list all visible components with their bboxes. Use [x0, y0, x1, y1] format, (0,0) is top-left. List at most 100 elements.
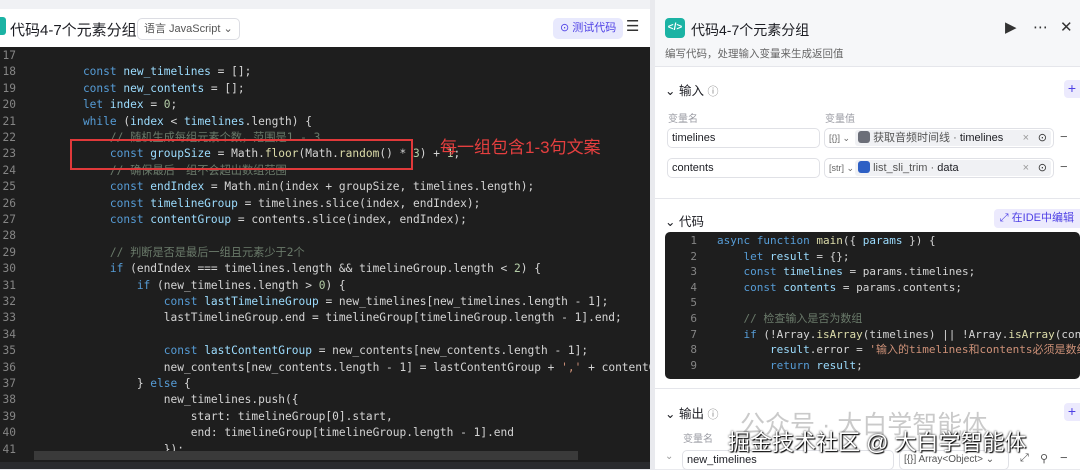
add-input-button[interactable]: +	[1064, 80, 1080, 98]
code-token: index	[109, 98, 144, 112]
code-token: timelines	[184, 114, 245, 128]
code-line: 28	[0, 228, 640, 244]
ide-button-label: 在IDE中编辑	[1011, 212, 1074, 224]
collapse-menu-icon[interactable]: ☰	[626, 17, 639, 35]
output-section-title: 输出	[678, 407, 704, 421]
line-number: 37	[2, 377, 16, 390]
code-token: .error =	[809, 343, 870, 357]
editor-footer	[0, 462, 650, 469]
code-token: = timelines.slice(index, endIndex);	[237, 196, 481, 210]
add-output-button[interactable]: +	[1064, 403, 1080, 421]
remove-input-icon[interactable]: −	[1060, 159, 1068, 174]
code-node-icon	[0, 17, 6, 35]
output-section-header[interactable]: ⌄ 输出 ⓘ	[665, 403, 718, 422]
remove-input-icon[interactable]: −	[1060, 129, 1068, 144]
code-token: if	[56, 262, 131, 276]
code-token: index	[130, 114, 164, 128]
target-icon[interactable]: ⊙	[1038, 130, 1047, 146]
code-token: isArray	[816, 327, 863, 341]
input-value-ref[interactable]: [str] ⌄ list_sli_trim · data × ⊙	[824, 158, 1054, 178]
code-token: + contentGroup.join	[588, 360, 650, 374]
line-number: 5	[690, 296, 697, 310]
line-number: 18	[2, 65, 16, 79]
code-token: }	[56, 377, 151, 390]
line-number: 36	[2, 360, 16, 374]
input-name-field[interactable]: contents	[667, 158, 820, 178]
code-token: async function	[717, 234, 817, 247]
input-section-header[interactable]: ⌄ 输入 ⓘ	[665, 80, 718, 99]
code-token: endIndex	[150, 180, 205, 194]
code-token: = new_contents[new_contents.length - 1];	[311, 344, 589, 358]
clear-icon[interactable]: ×	[1023, 130, 1029, 146]
code-editor-panel: 代码4-7个元素分组 语言 JavaScript ⌄ ⊙ 测试代码 ☰ 17 18…	[0, 0, 650, 469]
code-token: ) {	[325, 278, 346, 292]
column-label-value: 变量值	[825, 114, 855, 125]
clear-icon[interactable]: ×	[1023, 160, 1029, 176]
panel-description: 编写代码，处理输入变量来生成返回值	[665, 48, 844, 60]
horizontal-scrollbar[interactable]	[34, 451, 578, 460]
run-icon[interactable]: ▶	[1005, 18, 1017, 36]
divider	[655, 198, 1080, 199]
edit-in-ide-button[interactable]: ⤢ 在IDE中编辑	[993, 209, 1080, 228]
code-token: result	[717, 343, 810, 357]
code-line: 40 end: timelineGroup[timelineGroup.leng…	[0, 425, 640, 441]
code-token: result	[816, 358, 857, 372]
code-line: 18 const new_timelines = [];	[0, 64, 640, 80]
more-icon[interactable]: ⋯	[1033, 18, 1048, 36]
code-token: // 检查输入是否为数组	[717, 312, 863, 325]
code-token: <	[163, 114, 185, 128]
line-number: 9	[690, 358, 697, 372]
output-column-label: 变量名	[683, 434, 713, 445]
line-number: 3	[690, 265, 697, 279]
code-area[interactable]: 17 18 const new_timelines = []; 19 const n…	[0, 47, 650, 462]
code-line: 30 if (endIndex === timelines.length && …	[0, 261, 640, 277]
code-token: timelineGroup	[150, 196, 238, 210]
editor-header: 代码4-7个元素分组 语言 JavaScript ⌄ ⊙ 测试代码 ☰	[0, 0, 650, 47]
code-token: = [];	[204, 81, 245, 95]
code-line: 36 new_contents[new_contents.length - 1]…	[0, 360, 650, 376]
line-number: 23	[2, 147, 16, 161]
code-token: let	[56, 98, 110, 112]
code-token: ;	[856, 358, 863, 372]
remove-output-icon[interactable]: −	[1060, 450, 1068, 465]
code-token: else	[150, 377, 178, 390]
target-icon[interactable]: ⊙	[1038, 160, 1047, 176]
code-token: {	[177, 377, 191, 390]
code-token: new_timelines.push({	[56, 393, 299, 407]
code-line: 3 const timelines = params.timelines;	[665, 264, 975, 280]
reference-chip: list_sli_trim · data × ⊙	[855, 160, 1051, 176]
line-number: 29	[2, 245, 16, 259]
line-number: 20	[2, 98, 16, 112]
code-line: 7 if (!Array.isArray(timelines) || !Arra…	[665, 327, 1080, 343]
code-token: start: timelineGroup[0].start,	[56, 409, 393, 423]
code-line: 31 if (new_timelines.length > 0) {	[0, 278, 640, 294]
chevron-down-icon[interactable]: ⌄	[665, 451, 673, 462]
code-token: const	[56, 196, 151, 210]
code-line: 17	[0, 48, 640, 64]
add-child-icon[interactable]: ⚲	[1040, 452, 1048, 465]
code-token: contents	[783, 280, 837, 294]
code-token: return	[717, 358, 817, 372]
language-select[interactable]: 语言 JavaScript ⌄	[137, 18, 240, 40]
line-number: 19	[2, 81, 16, 95]
node-icon	[858, 161, 870, 173]
line-number: 21	[2, 114, 16, 128]
test-code-button[interactable]: ⊙ 测试代码	[553, 18, 624, 39]
input-value-ref[interactable]: [{}] ⌄ 获取音频时间线 · timelines × ⊙	[824, 128, 1054, 148]
code-token: if	[56, 278, 158, 292]
line-number: 41	[2, 442, 16, 456]
code-token: while	[56, 114, 124, 128]
code-section-header[interactable]: ⌄ 代码	[665, 211, 704, 230]
column-label-name: 变量名	[668, 114, 698, 125]
divider	[655, 388, 1080, 389]
code-token: = Math.min(index + groupSize, timelines.…	[204, 180, 535, 194]
play-circle-icon: ⊙	[560, 22, 570, 34]
input-name-field[interactable]: timelines	[667, 128, 820, 148]
code-preview[interactable]: 1 async function main({ params }) {2 let …	[665, 232, 1080, 379]
code-token: const	[56, 81, 124, 95]
code-line: 39 start: timelineGroup[0].start,	[0, 409, 640, 425]
close-icon[interactable]: ✕	[1060, 18, 1073, 36]
type-badge: [str]	[829, 163, 844, 173]
code-token: lastTimelineGroup.end = timelineGroup[ti…	[56, 311, 622, 325]
test-code-label: 测试代码	[572, 22, 617, 34]
